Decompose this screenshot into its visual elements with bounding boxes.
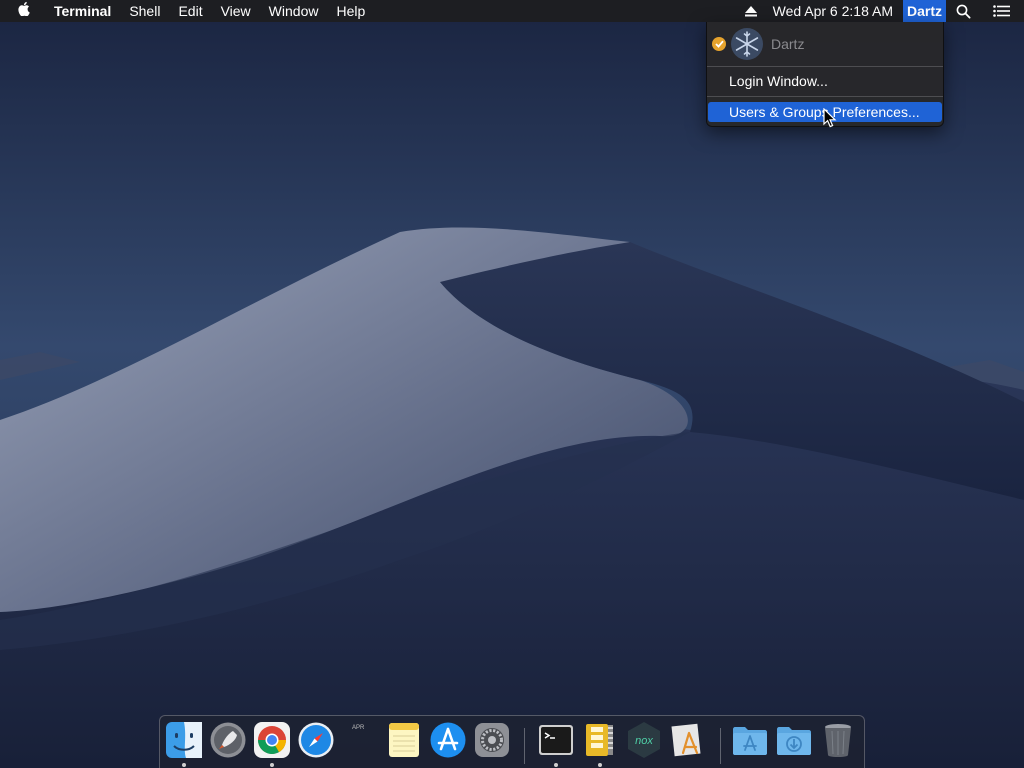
running-indicator	[598, 763, 602, 767]
menu-divider	[707, 66, 943, 67]
dock-nox-icon[interactable]: nox	[625, 721, 663, 759]
fast-user-switch-menu[interactable]: Dartz	[902, 0, 946, 22]
menu-edit[interactable]: Edit	[169, 0, 211, 22]
apple-logo-icon	[18, 1, 31, 19]
dock-applications-folder-icon[interactable]	[731, 721, 769, 759]
dock-archive-utility-icon[interactable]	[581, 721, 619, 759]
dock-trash-icon[interactable]	[819, 721, 857, 759]
dock-launchpad-icon[interactable]	[209, 721, 247, 759]
menu-help[interactable]: Help	[327, 0, 374, 22]
menu-view[interactable]: View	[212, 0, 260, 22]
dock-separator	[524, 728, 525, 764]
dock-app-store-icon[interactable]	[429, 721, 467, 759]
menu-window[interactable]: Window	[260, 0, 328, 22]
calendar-month-label: APR	[352, 725, 365, 731]
menu-bar: Terminal Shell Edit View Window Help Wed…	[0, 0, 1024, 22]
running-indicator	[182, 763, 186, 767]
menu-divider	[707, 96, 943, 97]
notification-center-icon[interactable]	[981, 0, 1024, 22]
login-window-item[interactable]: Login Window...	[708, 71, 942, 91]
dock-safari-icon[interactable]	[297, 721, 335, 759]
dock-notes-icon[interactable]	[385, 721, 423, 759]
dock-chrome-icon[interactable]	[253, 721, 291, 759]
apple-menu[interactable]	[0, 0, 45, 22]
dock-separator	[720, 728, 721, 764]
running-indicator	[270, 763, 274, 767]
eject-icon[interactable]	[735, 0, 767, 22]
logged-in-check-icon	[712, 37, 726, 51]
clock[interactable]: Wed Apr 6 2:18 AM	[767, 0, 903, 22]
app-menu-terminal[interactable]: Terminal	[45, 0, 120, 22]
dock-system-preferences-icon[interactable]	[473, 721, 511, 759]
menu-shell[interactable]: Shell	[120, 0, 169, 22]
spotlight-search-icon[interactable]	[946, 0, 981, 22]
dock-downloads-folder-icon[interactable]	[775, 721, 813, 759]
dock-calendar-icon[interactable]: APR	[341, 721, 379, 759]
current-user-name: Dartz	[771, 36, 805, 52]
mouse-cursor-icon	[823, 108, 837, 128]
current-user-item: Dartz	[707, 26, 943, 62]
user-avatar	[731, 28, 763, 60]
dock-finder-icon[interactable]	[165, 721, 203, 759]
dock-terminal-icon[interactable]	[537, 721, 575, 759]
running-indicator	[554, 763, 558, 767]
dock: APR nox	[159, 715, 865, 768]
dock-instruments-icon[interactable]	[669, 721, 707, 759]
svg-text:nox: nox	[635, 735, 653, 747]
